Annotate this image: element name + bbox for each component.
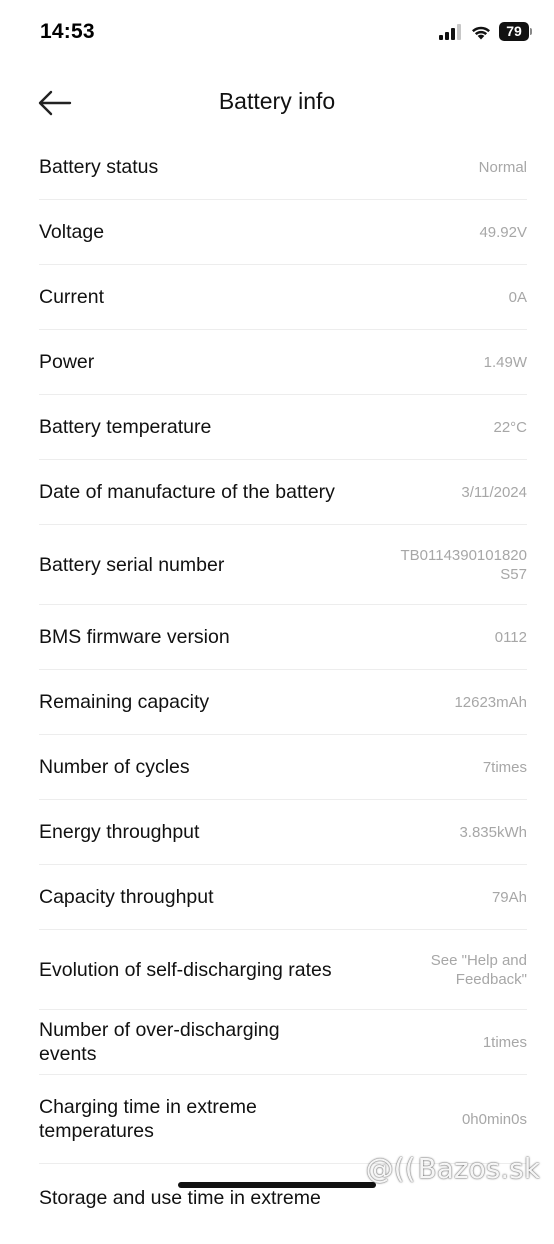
row-self-discharging-rates[interactable]: Evolution of self-discharging rates See … <box>39 930 527 1010</box>
row-label: Charging time in extreme temperatures <box>39 1096 257 1142</box>
row-label: Current <box>39 286 105 308</box>
row-over-discharging-events: Number of over-discharging events 1times <box>39 1010 527 1075</box>
row-value: 3.835kWh <box>459 823 527 841</box>
row-charging-time-extreme-temps: Charging time in extreme temperatures 0h… <box>39 1075 527 1164</box>
row-current: Current 0A <box>39 265 527 330</box>
row-voltage: Voltage 49.92V <box>39 200 527 265</box>
row-manufacture-date: Date of manufacture of the battery 3/11/… <box>39 460 527 525</box>
status-bar: 14:53 79 <box>0 0 554 66</box>
row-value: TB0114390101820 S57 <box>400 546 527 583</box>
watermark-text: Bazos.sk <box>417 1152 541 1185</box>
row-label: Number of cycles <box>39 756 190 778</box>
row-capacity-throughput: Capacity throughput 79Ah <box>39 865 527 930</box>
row-battery-temperature: Battery temperature 22°C <box>39 395 527 460</box>
row-label: Evolution of self-discharging rates <box>39 958 332 981</box>
row-cycles: Number of cycles 7times <box>39 735 527 800</box>
status-icons: 79 <box>439 22 532 41</box>
row-label: Battery status <box>39 156 159 178</box>
row-value: 0112 <box>494 628 527 646</box>
battery-info-list: Battery status Normal Voltage 49.92V Cur… <box>0 135 554 1244</box>
row-value: 3/11/2024 <box>461 483 527 501</box>
row-label: Battery serial number <box>39 553 225 576</box>
row-value: 79Ah <box>491 888 527 906</box>
row-value: Normal <box>478 158 527 176</box>
row-bms-firmware: BMS firmware version 0112 <box>39 605 527 670</box>
row-remaining-capacity: Remaining capacity 12623mAh <box>39 670 527 735</box>
row-label: BMS firmware version <box>39 626 230 648</box>
battery-level: 79 <box>499 22 529 41</box>
row-serial-number: Battery serial number TB0114390101820 S5… <box>39 525 527 605</box>
row-label: Capacity throughput <box>39 886 214 908</box>
row-value: 0h0min0s <box>461 1110 527 1128</box>
row-label: Battery temperature <box>39 416 212 438</box>
row-value: 12623mAh <box>454 693 527 711</box>
page-title: Battery info <box>218 88 336 114</box>
row-value: 49.92V <box>479 223 527 241</box>
cellular-signal-icon <box>439 23 461 40</box>
row-value: 22°C <box>493 418 527 436</box>
row-label: Energy throughput <box>39 821 200 843</box>
header: Battery info <box>0 66 554 138</box>
battery-icon: 79 <box>499 22 532 41</box>
row-value: 0A <box>508 288 527 306</box>
wifi-icon <box>472 26 490 39</box>
watermark: @(( Bazos.sk <box>366 1152 540 1185</box>
home-indicator[interactable] <box>178 1182 376 1188</box>
row-value: 1.49W <box>483 353 527 371</box>
row-value: 7times <box>482 758 527 776</box>
battery-tip <box>530 28 532 35</box>
row-label: Storage and use time in extreme <box>39 1187 321 1209</box>
row-power: Power 1.49W <box>39 330 527 395</box>
status-time: 14:53 <box>40 20 95 43</box>
row-label: Date of manufacture of the battery <box>39 481 335 503</box>
row-value: 1times <box>482 1033 527 1051</box>
row-label: Power <box>39 351 95 373</box>
row-label: Voltage <box>39 221 105 243</box>
row-battery-status: Battery status Normal <box>39 135 527 200</box>
watermark-logo-icon: @(( <box>365 1152 416 1185</box>
row-label: Remaining capacity <box>39 691 210 713</box>
row-energy-throughput: Energy throughput 3.835kWh <box>39 800 527 865</box>
row-label: Number of over-discharging events <box>39 1019 280 1065</box>
help-feedback-link[interactable]: See "Help and Feedback" <box>431 951 527 989</box>
